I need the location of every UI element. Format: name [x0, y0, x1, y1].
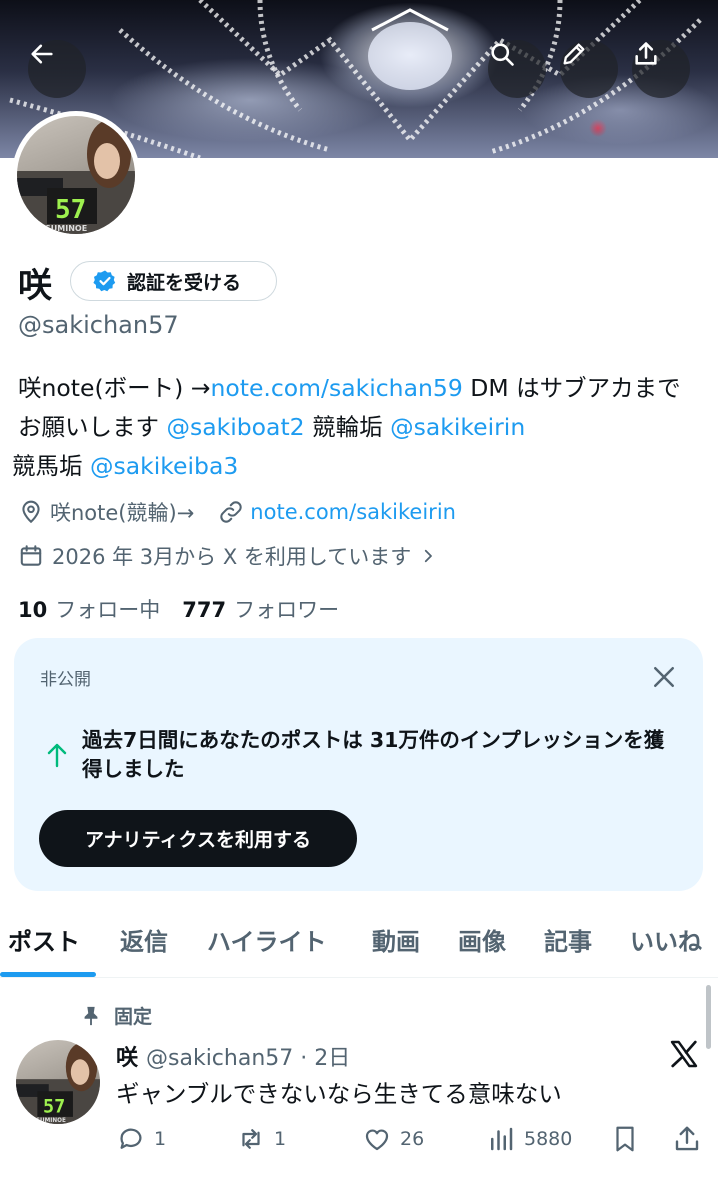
post-actions: 1 1 26 5880: [116, 1124, 706, 1158]
close-icon[interactable]: [649, 662, 679, 692]
location-pin-icon: [22, 500, 40, 524]
profile-location: 咲note(競輪)→: [50, 501, 195, 525]
scrollbar[interactable]: [706, 985, 711, 1049]
tab-articles[interactable]: 記事: [544, 922, 592, 957]
reply-count: 1: [154, 1128, 167, 1150]
profile-name: 咲: [18, 266, 52, 306]
profile-meta: 咲note(競輪)→ note.com/sakikeirin: [18, 496, 456, 528]
following-link[interactable]: 10 フォロー中: [18, 594, 160, 624]
active-tab-indicator: [0, 972, 96, 977]
share-icon: [675, 1126, 699, 1151]
share-icon: [635, 42, 657, 65]
share-button[interactable]: [632, 40, 690, 98]
back-button[interactable]: [28, 40, 86, 98]
pinned-label-row: 固定: [80, 1002, 152, 1029]
get-verified-button[interactable]: 認証を受ける: [70, 261, 277, 301]
private-analytics-card: 非公開 過去7日間にあなたのポストは 31万件のインプレッションを獲得しました …: [14, 638, 703, 891]
bio-link-note[interactable]: note.com/sakichan59: [210, 374, 462, 402]
verified-badge-icon: [93, 270, 116, 292]
pencil-icon: [563, 43, 585, 65]
edit-button[interactable]: [560, 40, 618, 98]
profile-bio: 咲note(ボート) →note.com/sakichan59 DM はサブアカ…: [12, 369, 698, 486]
search-button[interactable]: [488, 40, 546, 98]
profile-website-link[interactable]: note.com/sakikeirin: [250, 500, 456, 524]
repost-icon: [242, 1129, 260, 1149]
tab-photos[interactable]: 画像: [458, 922, 506, 957]
like-button[interactable]: 26: [362, 1124, 424, 1154]
views-count: 5880: [524, 1128, 573, 1150]
following-label: フォロー中: [55, 598, 161, 622]
bio-text: 咲note(ボート) →: [18, 374, 211, 402]
avatar-counter-text: 57: [55, 195, 86, 225]
profile-joined-text: 2026 年 3月から X を利用しています: [52, 545, 412, 569]
like-count: 26: [400, 1128, 425, 1150]
repost-count: 1: [274, 1128, 287, 1150]
get-verified-label: 認証を受ける: [127, 271, 242, 294]
tab-posts[interactable]: ポスト: [8, 922, 80, 957]
tab-highlights[interactable]: ハイライト: [207, 922, 327, 957]
bio-mention-sakikeirin[interactable]: @sakikeirin: [390, 413, 525, 441]
pin-icon: [84, 1006, 98, 1025]
bio-text: 競輪垢: [304, 413, 391, 441]
bio-text: 競馬垢: [12, 452, 90, 480]
arrow-left-icon: [31, 44, 53, 64]
profile-handle: @sakichan57: [18, 311, 179, 339]
views-button[interactable]: 5880: [486, 1124, 572, 1154]
reply-icon: [120, 1128, 142, 1149]
follow-stats: 10 フォロー中 777 フォロワー: [18, 594, 339, 624]
bookmark-button[interactable]: [610, 1124, 640, 1154]
followers-count: 777: [182, 598, 227, 622]
x-logo-icon: [670, 1040, 698, 1068]
following-count: 10: [18, 598, 48, 622]
reply-button[interactable]: 1: [116, 1124, 166, 1154]
followers-label: フォロワー: [234, 598, 340, 622]
bookmark-icon: [616, 1126, 634, 1152]
chevron-right-icon: [425, 549, 433, 563]
post-avatar[interactable]: 57 SUMINOE: [16, 1040, 100, 1124]
heart-icon: [365, 1129, 389, 1151]
post-header: 咲 @sakichan57 · 2日: [116, 1040, 350, 1072]
profile-tabs: ポスト 返信 ハイライト 動画 画像 記事 いいね: [0, 912, 718, 978]
profile-avatar[interactable]: 57 SUMINOE: [12, 111, 140, 239]
avatar-image: 57 SUMINOE: [17, 116, 135, 234]
post-handle-time: @sakichan57 · 2日: [146, 1046, 351, 1071]
use-analytics-button[interactable]: アナリティクスを利用する: [39, 810, 357, 867]
followers-link[interactable]: 777 フォロワー: [182, 594, 339, 624]
post-share-button[interactable]: [672, 1124, 702, 1154]
calendar-icon: [20, 545, 42, 566]
post-author-name[interactable]: 咲: [116, 1040, 138, 1072]
repost-button[interactable]: 1: [236, 1124, 286, 1154]
bio-mention-sakikeiba3[interactable]: @sakikeiba3: [90, 452, 238, 480]
tab-videos[interactable]: 動画: [372, 922, 420, 957]
post-avatar-counter-text: 57: [43, 1097, 65, 1118]
pinned-label: 固定: [114, 1006, 153, 1028]
post-avatar-image: 57 SUMINOE: [16, 1042, 100, 1124]
impressions-message: 過去7日間にあなたのポストは 31万件のインプレッションを獲得しました: [82, 728, 665, 781]
views-chart-icon: [491, 1127, 513, 1151]
bio-mention-sakiboat2[interactable]: @sakiboat2: [166, 413, 304, 441]
post-avatar-brand-text: SUMINOE: [36, 1118, 66, 1124]
post-text: ギャンブルできないなら生きてる意味ない: [116, 1080, 562, 1108]
arrow-up-icon: [47, 743, 67, 768]
avatar-brand-text: SUMINOE: [45, 224, 87, 233]
tab-replies[interactable]: 返信: [120, 922, 168, 957]
link-icon: [220, 501, 242, 523]
search-icon: [491, 43, 514, 66]
tab-likes[interactable]: いいね: [630, 922, 702, 957]
profile-joined[interactable]: 2026 年 3月から X を利用しています: [18, 540, 437, 572]
private-tag: 非公開: [40, 670, 91, 690]
